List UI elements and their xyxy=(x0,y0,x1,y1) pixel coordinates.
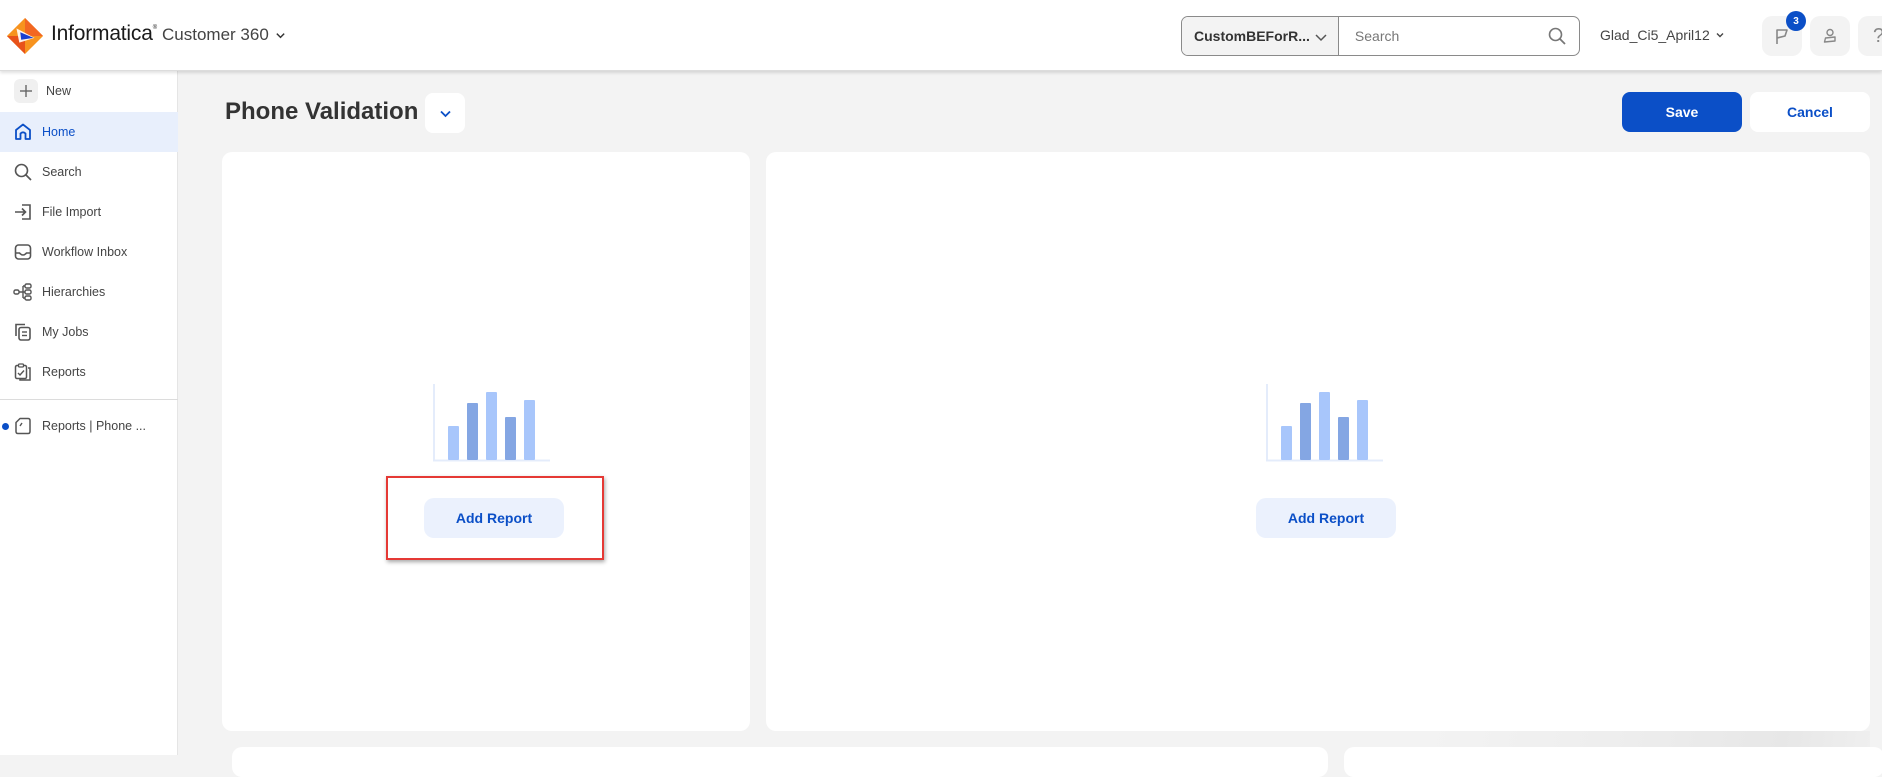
add-report-button[interactable]: Add Report xyxy=(424,498,564,538)
sidebar-item-label: Home xyxy=(42,125,76,139)
chevron-down-icon xyxy=(1315,34,1327,42)
chevron-down-icon xyxy=(1716,33,1724,38)
report-panel-4 xyxy=(1344,747,1882,777)
search-icon xyxy=(13,162,33,182)
reports-icon xyxy=(13,362,33,382)
sidebar-item-label: Search xyxy=(42,165,82,179)
user-profile-button[interactable] xyxy=(1810,16,1850,56)
cancel-button[interactable]: Cancel xyxy=(1750,92,1870,132)
unsaved-indicator-dot xyxy=(2,422,9,430)
sidebar-item-reports[interactable]: Reports xyxy=(0,352,178,392)
report-panel-2: Add Report xyxy=(766,152,1870,731)
search-button[interactable] xyxy=(1536,17,1579,55)
brand-trademark: ® xyxy=(152,25,157,31)
user-icon xyxy=(1823,28,1836,43)
sidebar: New Home Search File Import Workflow Inb… xyxy=(0,71,178,755)
brand-text: Informatica xyxy=(51,22,153,45)
sidebar-item-hierarchies[interactable]: Hierarchies xyxy=(0,272,178,312)
sidebar-item-home[interactable]: Home xyxy=(0,112,178,152)
new-label: New xyxy=(46,84,72,98)
inbox-icon xyxy=(13,242,33,262)
page-title: Phone Validation xyxy=(225,98,419,125)
sidebar-item-label: File Import xyxy=(42,205,102,219)
search-icon xyxy=(1549,27,1567,45)
open-tab-reports-phone[interactable]: Reports | Phone ... xyxy=(0,406,178,446)
sidebar-item-label: My Jobs xyxy=(42,325,89,339)
search-input[interactable] xyxy=(1338,17,1536,55)
global-search: CustomBEForR... xyxy=(1181,16,1580,56)
business-entity-value: CustomBEForR... xyxy=(1194,28,1310,44)
sidebar-item-my-jobs[interactable]: My Jobs xyxy=(0,312,178,352)
empty-chart-icon xyxy=(1266,384,1383,462)
help-icon: ? xyxy=(1873,25,1882,48)
sidebar-item-search[interactable]: Search xyxy=(0,152,178,192)
org-switcher[interactable]: Glad_Ci5_April12 xyxy=(1600,27,1725,43)
sidebar-item-workflow-inbox[interactable]: Workflow Inbox xyxy=(0,232,178,272)
plus-icon xyxy=(14,79,38,103)
product-name: Customer 360 xyxy=(162,25,269,44)
sidebar-item-label: Workflow Inbox xyxy=(42,245,128,259)
report-page-icon xyxy=(13,416,33,436)
sidebar-divider xyxy=(0,399,178,400)
notification-count-badge: 3 xyxy=(1786,11,1806,31)
org-name: Glad_Ci5_April12 xyxy=(1600,27,1710,43)
brand-name: Informatica® xyxy=(51,22,157,46)
new-button[interactable]: New xyxy=(0,71,178,111)
sidebar-item-label: Hierarchies xyxy=(42,285,106,299)
chevron-down-icon xyxy=(439,110,451,117)
title-options-dropdown[interactable] xyxy=(425,93,465,133)
hierarchy-icon xyxy=(13,282,33,302)
sidebar-item-label: Reports xyxy=(42,365,86,379)
jobs-icon xyxy=(13,322,33,342)
informatica-logo-icon[interactable] xyxy=(6,17,44,55)
chevron-down-icon xyxy=(276,32,285,38)
save-button[interactable]: Save xyxy=(1622,92,1742,132)
product-switcher[interactable]: Customer 360 xyxy=(162,25,286,45)
empty-chart-icon xyxy=(433,384,550,462)
home-icon xyxy=(13,122,33,142)
file-import-icon xyxy=(13,202,33,222)
business-entity-select[interactable]: CustomBEForR... xyxy=(1182,17,1339,55)
add-report-button[interactable]: Add Report xyxy=(1256,498,1396,538)
top-header: Informatica® Customer 360 CustomBEForR..… xyxy=(0,0,1882,71)
help-button[interactable]: ? xyxy=(1858,16,1882,56)
sidebar-item-file-import[interactable]: File Import xyxy=(0,192,178,232)
report-panel-3 xyxy=(232,747,1328,777)
open-tab-label: Reports | Phone ... xyxy=(42,419,146,433)
report-panel-1: Add Report xyxy=(222,152,750,731)
flag-icon xyxy=(1776,29,1788,44)
